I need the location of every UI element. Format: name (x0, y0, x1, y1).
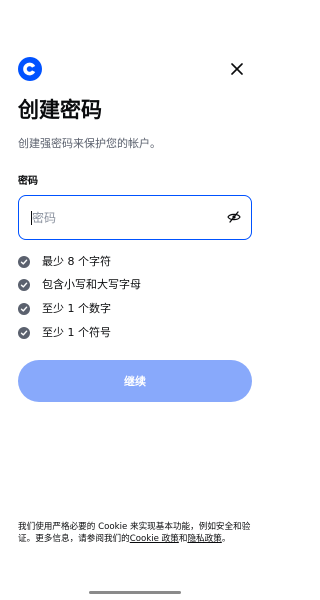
password-field-label: 密码 (18, 176, 38, 187)
home-indicator[interactable] (89, 591, 181, 594)
requirement-text: 最少 8 个字符 (42, 255, 111, 268)
check-circle-icon (18, 327, 30, 339)
cookie-policy-link[interactable]: Cookie 政策 (130, 534, 179, 544)
eye-off-icon (227, 211, 241, 223)
requirement-number: 至少 1 个数字 (18, 301, 111, 317)
requirement-text: 至少 1 个符号 (42, 326, 111, 339)
check-circle-icon (18, 279, 30, 291)
password-input[interactable] (32, 207, 212, 229)
cookie-notice: 我们使用严格必要的 Cookie 来实现基本功能，例如安全和验证。更多信息，请参… (18, 521, 256, 545)
privacy-policy-link[interactable]: 隐私政策 (187, 534, 221, 544)
requirement-text: 至少 1 个数字 (42, 302, 111, 315)
requirement-symbol: 至少 1 个符号 (18, 325, 111, 341)
page-title: 创建密码 (18, 98, 102, 122)
check-circle-icon (18, 303, 30, 315)
close-button[interactable] (228, 60, 246, 78)
coinbase-logo-icon (18, 57, 42, 81)
close-icon (231, 63, 243, 75)
cookie-notice-end: 。 (221, 534, 231, 544)
check-circle-icon (18, 256, 30, 268)
password-field[interactable] (18, 195, 252, 240)
requirement-min-length: 最少 8 个字符 (18, 254, 111, 270)
continue-button[interactable]: 继续 (18, 360, 252, 402)
password-visibility-toggle[interactable] (225, 208, 243, 226)
create-password-screen: 创建密码 创建强密码来保护您的帐户。 密码 最少 8 个字符 包含小写和大写字母… (0, 0, 270, 600)
requirement-text: 包含小写和大写字母 (42, 278, 141, 291)
page-subtitle: 创建强密码来保护您的帐户。 (18, 137, 161, 150)
requirement-mixed-case: 包含小写和大写字母 (18, 277, 141, 293)
